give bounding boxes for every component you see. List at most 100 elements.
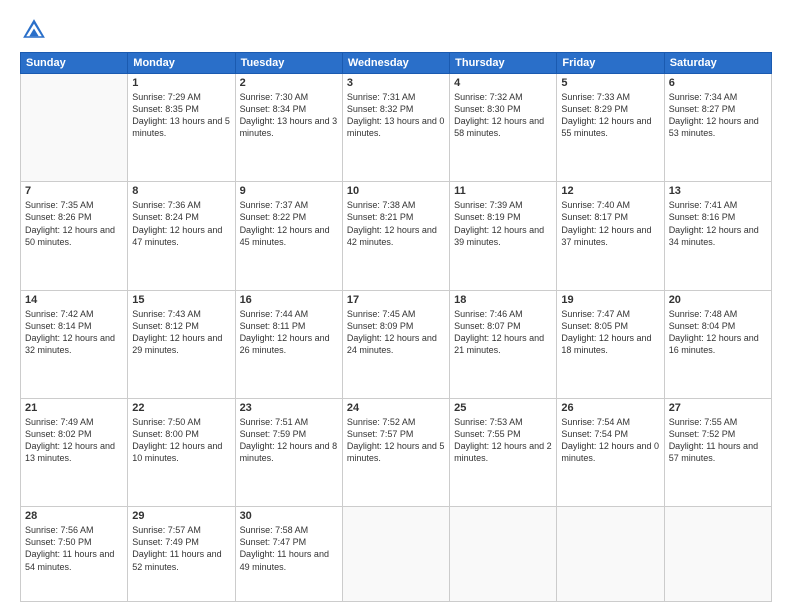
day-number: 12	[561, 185, 659, 197]
header-area	[20, 16, 772, 44]
day-number: 7	[25, 185, 123, 197]
calendar-cell	[21, 74, 128, 182]
day-number: 27	[669, 402, 767, 414]
weekday-header: Wednesday	[342, 53, 449, 74]
weekday-header: Saturday	[664, 53, 771, 74]
day-number: 24	[347, 402, 445, 414]
calendar-page: SundayMondayTuesdayWednesdayThursdayFrid…	[0, 0, 792, 612]
calendar-cell: 30Sunrise: 7:58 AMSunset: 7:47 PMDayligh…	[235, 507, 342, 602]
day-info: Sunrise: 7:56 AMSunset: 7:50 PMDaylight:…	[25, 524, 123, 573]
day-info: Sunrise: 7:32 AMSunset: 8:30 PMDaylight:…	[454, 91, 552, 140]
calendar-cell: 20Sunrise: 7:48 AMSunset: 8:04 PMDayligh…	[664, 290, 771, 398]
day-info: Sunrise: 7:38 AMSunset: 8:21 PMDaylight:…	[347, 199, 445, 248]
calendar-cell: 28 Sunrise: 7:56 AMSunset: 7:50 PMDayligh…	[21, 507, 128, 602]
day-number: 16	[240, 294, 338, 306]
calendar-cell	[342, 507, 449, 602]
day-number: 10	[347, 185, 445, 197]
day-number: 5	[561, 77, 659, 89]
day-info: Sunrise: 7:30 AMSunset: 8:34 PMDaylight:…	[240, 91, 338, 140]
day-number: 2	[240, 77, 338, 89]
day-info: Sunrise: 7:40 AMSunset: 8:17 PMDaylight:…	[561, 199, 659, 248]
day-number: 14	[25, 294, 123, 306]
day-info: Sunrise: 7:42 AMSunset: 8:14 PMDaylight:…	[25, 308, 123, 357]
calendar-cell: 4 Sunrise: 7:32 AMSunset: 8:30 PMDaylight…	[450, 74, 557, 182]
calendar-cell: 1 Sunrise: 7:29 AMSunset: 8:35 PMDaylight…	[128, 74, 235, 182]
day-info: Sunrise: 7:46 AMSunset: 8:07 PMDaylight:…	[454, 308, 552, 357]
calendar-cell: 12 Sunrise: 7:40 AMSunset: 8:17 PMDayligh…	[557, 182, 664, 290]
day-number: 4	[454, 77, 552, 89]
day-number: 13	[669, 185, 767, 197]
day-number: 25	[454, 402, 552, 414]
day-number: 18	[454, 294, 552, 306]
day-info: Sunrise: 7:54 AMSunset: 7:54 PMDaylight:…	[561, 416, 659, 465]
day-number: 29	[132, 510, 230, 522]
day-info: Sunrise: 7:55 AMSunset: 7:52 PMDaylight:…	[669, 416, 767, 465]
day-info: Sunrise: 7:50 AMSunset: 8:00 PMDaylight:…	[132, 416, 230, 465]
calendar-cell: 6 Sunrise: 7:34 AMSunset: 8:27 PMDaylight…	[664, 74, 771, 182]
calendar-cell: 5 Sunrise: 7:33 AMSunset: 8:29 PMDaylight…	[557, 74, 664, 182]
day-info: Sunrise: 7:49 AMSunset: 8:02 PMDaylight:…	[25, 416, 123, 465]
calendar-week-row: 21Sunrise: 7:49 AMSunset: 8:02 PMDayligh…	[21, 398, 772, 506]
calendar-cell: 29 Sunrise: 7:57 AMSunset: 7:49 PMDayligh…	[128, 507, 235, 602]
day-info: Sunrise: 7:36 AMSunset: 8:24 PMDaylight:…	[132, 199, 230, 248]
calendar-cell: 25 Sunrise: 7:53 AMSunset: 7:55 PMDayligh…	[450, 398, 557, 506]
calendar-cell: 13 Sunrise: 7:41 AMSunset: 8:16 PMDayligh…	[664, 182, 771, 290]
calendar-cell: 26 Sunrise: 7:54 AMSunset: 7:54 PMDayligh…	[557, 398, 664, 506]
calendar-cell	[664, 507, 771, 602]
day-info: Sunrise: 7:43 AMSunset: 8:12 PMDaylight:…	[132, 308, 230, 357]
day-info: Sunrise: 7:53 AMSunset: 7:55 PMDaylight:…	[454, 416, 552, 465]
calendar-week-row: 14 Sunrise: 7:42 AMSunset: 8:14 PMDayligh…	[21, 290, 772, 398]
day-info: Sunrise: 7:37 AMSunset: 8:22 PMDaylight:…	[240, 199, 338, 248]
day-number: 1	[132, 77, 230, 89]
weekday-header: Sunday	[21, 53, 128, 74]
calendar-table: SundayMondayTuesdayWednesdayThursdayFrid…	[20, 52, 772, 602]
day-info: Sunrise: 7:58 AMSunset: 7:47 PMDaylight:…	[240, 524, 338, 573]
calendar-cell: 7 Sunrise: 7:35 AMSunset: 8:26 PMDaylight…	[21, 182, 128, 290]
weekday-header: Tuesday	[235, 53, 342, 74]
calendar-cell: 8Sunrise: 7:36 AMSunset: 8:24 PMDaylight…	[128, 182, 235, 290]
day-info: Sunrise: 7:41 AMSunset: 8:16 PMDaylight:…	[669, 199, 767, 248]
day-number: 28	[25, 510, 123, 522]
day-info: Sunrise: 7:31 AMSunset: 8:32 PMDaylight:…	[347, 91, 445, 140]
calendar-cell: 17Sunrise: 7:45 AMSunset: 8:09 PMDayligh…	[342, 290, 449, 398]
day-info: Sunrise: 7:34 AMSunset: 8:27 PMDaylight:…	[669, 91, 767, 140]
calendar-week-row: 7 Sunrise: 7:35 AMSunset: 8:26 PMDaylight…	[21, 182, 772, 290]
day-number: 26	[561, 402, 659, 414]
day-info: Sunrise: 7:47 AMSunset: 8:05 PMDaylight:…	[561, 308, 659, 357]
day-info: Sunrise: 7:57 AMSunset: 7:49 PMDaylight:…	[132, 524, 230, 573]
calendar-cell: 15 Sunrise: 7:43 AMSunset: 8:12 PMDayligh…	[128, 290, 235, 398]
weekday-header: Thursday	[450, 53, 557, 74]
day-number: 15	[132, 294, 230, 306]
day-info: Sunrise: 7:35 AMSunset: 8:26 PMDaylight:…	[25, 199, 123, 248]
logo	[20, 16, 52, 44]
calendar-cell: 2 Sunrise: 7:30 AMSunset: 8:34 PMDaylight…	[235, 74, 342, 182]
logo-icon	[20, 16, 48, 44]
calendar-cell: 14 Sunrise: 7:42 AMSunset: 8:14 PMDayligh…	[21, 290, 128, 398]
day-info: Sunrise: 7:29 AMSunset: 8:35 PMDaylight:…	[132, 91, 230, 140]
day-number: 19	[561, 294, 659, 306]
calendar-cell: 21Sunrise: 7:49 AMSunset: 8:02 PMDayligh…	[21, 398, 128, 506]
calendar-cell: 19 Sunrise: 7:47 AMSunset: 8:05 PMDayligh…	[557, 290, 664, 398]
calendar-week-row: 28 Sunrise: 7:56 AMSunset: 7:50 PMDayligh…	[21, 507, 772, 602]
calendar-cell: 10 Sunrise: 7:38 AMSunset: 8:21 PMDayligh…	[342, 182, 449, 290]
day-number: 9	[240, 185, 338, 197]
day-number: 6	[669, 77, 767, 89]
weekday-header-row: SundayMondayTuesdayWednesdayThursdayFrid…	[21, 53, 772, 74]
calendar-week-row: 1 Sunrise: 7:29 AMSunset: 8:35 PMDaylight…	[21, 74, 772, 182]
day-info: Sunrise: 7:33 AMSunset: 8:29 PMDaylight:…	[561, 91, 659, 140]
calendar-cell: 23 Sunrise: 7:51 AMSunset: 7:59 PMDayligh…	[235, 398, 342, 506]
calendar-cell	[557, 507, 664, 602]
day-info: Sunrise: 7:51 AMSunset: 7:59 PMDaylight:…	[240, 416, 338, 465]
calendar-cell	[450, 507, 557, 602]
day-info: Sunrise: 7:48 AMSunset: 8:04 PMDaylight:…	[669, 308, 767, 357]
day-number: 3	[347, 77, 445, 89]
day-number: 23	[240, 402, 338, 414]
day-number: 17	[347, 294, 445, 306]
calendar-cell: 18 Sunrise: 7:46 AMSunset: 8:07 PMDayligh…	[450, 290, 557, 398]
day-info: Sunrise: 7:39 AMSunset: 8:19 PMDaylight:…	[454, 199, 552, 248]
day-info: Sunrise: 7:52 AMSunset: 7:57 PMDaylight:…	[347, 416, 445, 465]
day-info: Sunrise: 7:44 AMSunset: 8:11 PMDaylight:…	[240, 308, 338, 357]
calendar-cell: 24 Sunrise: 7:52 AMSunset: 7:57 PMDayligh…	[342, 398, 449, 506]
weekday-header: Friday	[557, 53, 664, 74]
calendar-cell: 3 Sunrise: 7:31 AMSunset: 8:32 PMDaylight…	[342, 74, 449, 182]
